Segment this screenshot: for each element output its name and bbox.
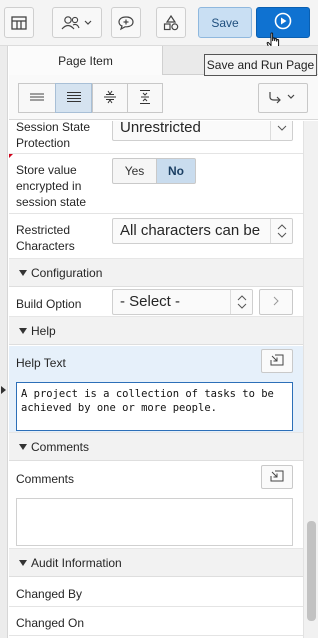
- selected-value: - Select -: [120, 293, 181, 310]
- selected-value: All characters can be: [120, 222, 261, 239]
- comments-button[interactable]: [111, 7, 141, 38]
- lines-dense-icon: [66, 91, 82, 106]
- restricted-characters-select[interactable]: All characters can be: [112, 218, 293, 244]
- section-configuration[interactable]: Configuration: [9, 258, 303, 287]
- show-common-button[interactable]: [18, 83, 56, 113]
- section-title: Configuration: [31, 266, 103, 280]
- open-editor-icon: [270, 470, 284, 485]
- updown-icon: [230, 290, 252, 314]
- property-label: Comments: [16, 472, 75, 486]
- property-label: Store value encrypted in session state: [16, 163, 87, 209]
- updown-icon: [270, 219, 292, 243]
- show-all-button[interactable]: [55, 83, 92, 113]
- expand-all-button[interactable]: [127, 83, 163, 113]
- open-editor-icon: [270, 354, 284, 369]
- session-state-protection-select[interactable]: Unrestricted: [112, 121, 293, 141]
- left-panel-divider[interactable]: [0, 46, 8, 638]
- property-restricted-characters: Restricted Characters All characters can…: [9, 214, 303, 262]
- go-to-group-button[interactable]: [258, 83, 308, 113]
- property-editor: Session State Protection Unrestricted St…: [9, 121, 303, 638]
- section-audit-information[interactable]: Audit Information: [9, 548, 303, 577]
- comment-icon: [117, 15, 135, 31]
- property-build-option: Build Option - Select -: [9, 287, 303, 317]
- yes-toggle[interactable]: Yes: [112, 158, 157, 184]
- shapes-button[interactable]: [156, 7, 186, 38]
- property-changed-on: Changed On: [9, 607, 303, 636]
- property-changed-by: Changed By: [9, 578, 303, 607]
- property-label: Session State Protection: [16, 121, 91, 150]
- property-comments: Comments: [9, 462, 303, 551]
- save-and-run-button[interactable]: [256, 7, 310, 38]
- property-view-toolbar: [9, 75, 318, 120]
- section-title: Audit Information: [31, 556, 122, 570]
- section-help[interactable]: Help: [9, 316, 303, 345]
- expand-arrow-icon[interactable]: [1, 386, 6, 394]
- expand-icon: [137, 89, 153, 108]
- go-to-group-icon: [267, 89, 299, 108]
- selected-value: Unrestricted: [120, 121, 201, 136]
- tooltip: Save and Run Page: [204, 54, 317, 76]
- property-label: Changed By: [16, 587, 83, 601]
- collapse-triangle-icon: [19, 444, 27, 450]
- shared-components-button[interactable]: [52, 7, 102, 38]
- property-help-text: Help Text: [9, 346, 303, 436]
- no-toggle[interactable]: No: [156, 158, 196, 184]
- property-session-state-protection: Session State Protection Unrestricted: [9, 121, 303, 154]
- collapse-icon: [102, 89, 118, 108]
- go-to-build-option-button[interactable]: [259, 289, 293, 315]
- comments-textarea[interactable]: [16, 498, 293, 546]
- property-label: Changed On: [16, 616, 85, 630]
- open-editor-button[interactable]: [261, 349, 293, 373]
- chevron-right-icon: [273, 295, 279, 309]
- collapse-triangle-icon: [19, 270, 27, 276]
- section-title: Comments: [31, 440, 90, 454]
- property-label: Build Option: [16, 297, 82, 311]
- property-label: Restricted Characters: [16, 223, 75, 253]
- collapse-triangle-icon: [19, 328, 27, 334]
- shared-components-icon: [60, 15, 94, 31]
- scrollbar-thumb[interactable]: [307, 521, 316, 621]
- section-comments[interactable]: Comments: [9, 432, 303, 461]
- vertical-scrollbar[interactable]: [303, 121, 318, 638]
- help-text-textarea[interactable]: [16, 382, 293, 431]
- save-button[interactable]: Save: [198, 7, 252, 38]
- lines-icon: [29, 91, 45, 105]
- collapse-all-button[interactable]: [92, 83, 128, 113]
- collapse-triangle-icon: [19, 560, 27, 566]
- open-editor-button[interactable]: [261, 465, 293, 489]
- build-option-select[interactable]: - Select -: [112, 289, 253, 315]
- chevron-down-icon: [270, 121, 292, 140]
- layout-button[interactable]: [4, 7, 34, 38]
- page-designer-toolbar: Save: [0, 0, 318, 51]
- layout-icon: [11, 15, 27, 30]
- shapes-icon: [163, 14, 179, 31]
- tab-page-item[interactable]: Page Item: [9, 46, 163, 76]
- run-icon: [274, 12, 292, 33]
- section-title: Help: [31, 324, 56, 338]
- property-label: Help Text: [16, 356, 66, 370]
- modified-marker: [9, 154, 13, 160]
- property-store-encrypted: Store value encrypted in session state Y…: [9, 154, 303, 214]
